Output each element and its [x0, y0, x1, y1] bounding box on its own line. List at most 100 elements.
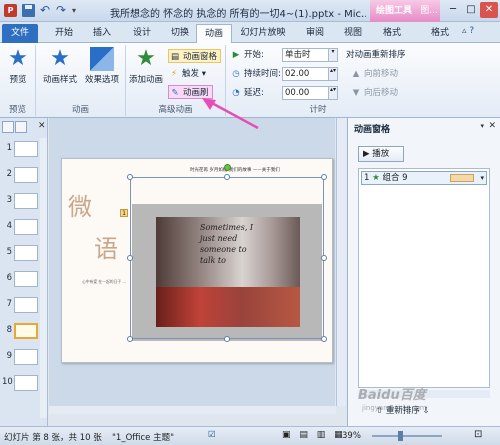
tab-animations[interactable]: 动画 — [196, 24, 232, 43]
preview-button[interactable]: ★ 预览 — [2, 47, 34, 86]
slide-top-caption[interactable]: 时光荏苒 岁月如梭 我们的故事 ——关于我们 — [190, 167, 280, 173]
timeline-bar — [450, 174, 474, 182]
editor-vertical-scrollbar[interactable] — [336, 118, 346, 406]
slide-thumbnail-row[interactable]: 5 — [2, 244, 42, 262]
slides-tab-icon[interactable] — [2, 121, 14, 133]
start-label-text: 开始: — [244, 50, 264, 60]
tab-insert[interactable]: 插入 — [84, 24, 120, 43]
panel-scrollbar[interactable] — [40, 138, 47, 418]
resize-handle[interactable] — [127, 255, 133, 261]
resize-handle[interactable] — [321, 255, 327, 261]
move-later-button[interactable]: ▼ 向后移动 — [350, 86, 398, 100]
editor-horizontal-scrollbar[interactable] — [49, 406, 336, 414]
slide-thumbnail[interactable] — [14, 297, 38, 313]
slide-thumbnail-row[interactable]: 7 — [2, 296, 42, 314]
play-button[interactable]: ▶ 播放 — [358, 146, 404, 162]
slide-thumbnail[interactable] — [14, 167, 38, 183]
chevron-down-icon[interactable]: ▾ — [480, 122, 484, 130]
slide-thumbnail[interactable] — [14, 219, 38, 235]
rotate-handle[interactable] — [224, 164, 231, 171]
zoom-level[interactable]: 39% — [342, 431, 361, 441]
tab-design[interactable]: 设计 — [124, 24, 160, 43]
duration-label: ◷ 持续时间: — [230, 67, 281, 81]
powerpoint-app-icon[interactable]: P — [4, 4, 17, 17]
slide-thumbnail-row[interactable]: 2 — [2, 166, 42, 184]
slide-number: 9 — [6, 351, 12, 361]
resize-handle[interactable] — [321, 174, 327, 180]
zoom-slider[interactable] — [372, 435, 442, 437]
tab-review[interactable]: 审阅 — [300, 24, 330, 43]
slide-title-char-2[interactable]: 语 — [94, 229, 118, 264]
close-button[interactable]: ✕ — [480, 2, 498, 18]
slide-thumbnail-row[interactable]: 9 — [2, 348, 42, 366]
chevron-down-icon[interactable]: ▾ — [480, 172, 484, 184]
slide-thumbnail-row[interactable]: 8 — [2, 322, 42, 340]
quick-access-more-icon[interactable]: ▾ — [72, 4, 85, 17]
reorder-title: 对动画重新排序 — [346, 50, 406, 60]
delay-spinner[interactable]: 00.00 ▴▾ — [282, 86, 338, 100]
start-dropdown[interactable]: 单击时 ▾ — [282, 48, 338, 62]
slide-thumbnail[interactable] — [14, 271, 38, 287]
slide-thumbnail-row[interactable]: 3 — [2, 192, 42, 210]
resize-handle[interactable] — [224, 174, 230, 180]
zoom-slider-thumb[interactable] — [398, 431, 403, 441]
entrance-star-icon: ★ — [372, 173, 380, 183]
tab-slideshow[interactable]: 幻灯片放映 — [234, 24, 292, 43]
tab-format-picture[interactable]: 格式 — [422, 24, 458, 43]
slide-thumbnail[interactable] — [14, 349, 38, 365]
slide-thumbnail-row[interactable]: 10 — [2, 374, 42, 392]
theme-status[interactable]: "1_Office 主题" — [112, 431, 174, 443]
view-buttons[interactable]: ▣ ▤ ▥ ▦ — [282, 430, 346, 440]
slide-thumbnail[interactable] — [14, 193, 38, 209]
slide-number: 6 — [6, 273, 12, 283]
animation-pane-button[interactable]: ▤ 动画窗格 — [168, 49, 222, 63]
slide-thumbnail[interactable] — [14, 141, 38, 157]
animation-pane-icon: ▤ — [170, 52, 180, 62]
maximize-button[interactable]: □ — [462, 2, 480, 18]
resize-handle[interactable] — [224, 336, 230, 342]
slide-thumbnail[interactable] — [14, 375, 38, 391]
slide-title-char-1[interactable]: 微 — [68, 187, 92, 222]
paintbrush-icon: ✎ — [171, 88, 179, 98]
trigger-button[interactable]: ⚡ 触发 ▾ — [168, 67, 206, 81]
duration-spinner[interactable]: 02.00 ▴▾ — [282, 67, 338, 81]
tab-format-drawing[interactable]: 格式 — [374, 24, 410, 43]
undo-icon[interactable]: ↶ — [40, 4, 53, 17]
close-icon[interactable]: ✕ — [488, 121, 496, 131]
move-earlier-button[interactable]: ▲ 向前移动 — [350, 67, 398, 81]
fit-to-window-icon[interactable]: ⊡ — [474, 429, 482, 440]
effect-options-button[interactable]: 效果选项 — [82, 47, 122, 85]
tab-transitions[interactable]: 切换 — [162, 24, 198, 43]
animation-styles-button[interactable]: ★ 动画样式 — [40, 46, 80, 86]
tab-file[interactable]: 文件 — [2, 24, 38, 43]
animation-styles-star-icon: ★ — [50, 46, 70, 71]
help-icon[interactable]: ▵ ? — [462, 26, 496, 36]
spinner-arrows-icon[interactable]: ▴▾ — [328, 86, 338, 100]
slide-canvas[interactable]: 时光荏苒 岁月如梭 我们的故事 ——关于我们 微 语 心中有爱 在一起的日子 .… — [61, 158, 333, 363]
slide-thumbnail[interactable] — [14, 245, 38, 261]
save-icon[interactable] — [22, 4, 35, 17]
add-animation-button[interactable]: ★ 添加动画 — [128, 47, 164, 86]
contextual-tab-picture-tools: 图... — [418, 0, 440, 22]
slide-thumbnail-row[interactable]: 6 — [2, 270, 42, 288]
resize-handle[interactable] — [127, 174, 133, 180]
spinner-arrows-icon[interactable]: ▴▾ — [328, 67, 338, 81]
minimize-button[interactable]: ─ — [444, 2, 462, 18]
redo-icon[interactable]: ↷ — [56, 4, 69, 17]
spellcheck-icon[interactable]: ☑ — [208, 430, 216, 440]
resize-handle[interactable] — [127, 336, 133, 342]
slide-thumbnail[interactable] — [14, 323, 38, 339]
animation-list-item[interactable]: 1 ★ 组合 9 ▾ — [361, 171, 487, 185]
close-icon[interactable]: ✕ — [38, 121, 46, 131]
group-label-preview: 预览 — [8, 105, 26, 115]
animation-item-number: 1 — [364, 173, 370, 183]
slide-number: 8 — [6, 325, 12, 335]
up-arrow-icon: ▲ — [352, 69, 360, 79]
tab-home[interactable]: 开始 — [46, 24, 82, 43]
slide-number: 1 — [6, 143, 12, 153]
outline-tab-icon[interactable] — [15, 121, 27, 133]
slide-thumbnail-row[interactable]: 1 — [2, 140, 42, 158]
slide-thumbnail-row[interactable]: 4 — [2, 218, 42, 236]
tab-view[interactable]: 视图 — [338, 24, 368, 43]
resize-handle[interactable] — [321, 336, 327, 342]
